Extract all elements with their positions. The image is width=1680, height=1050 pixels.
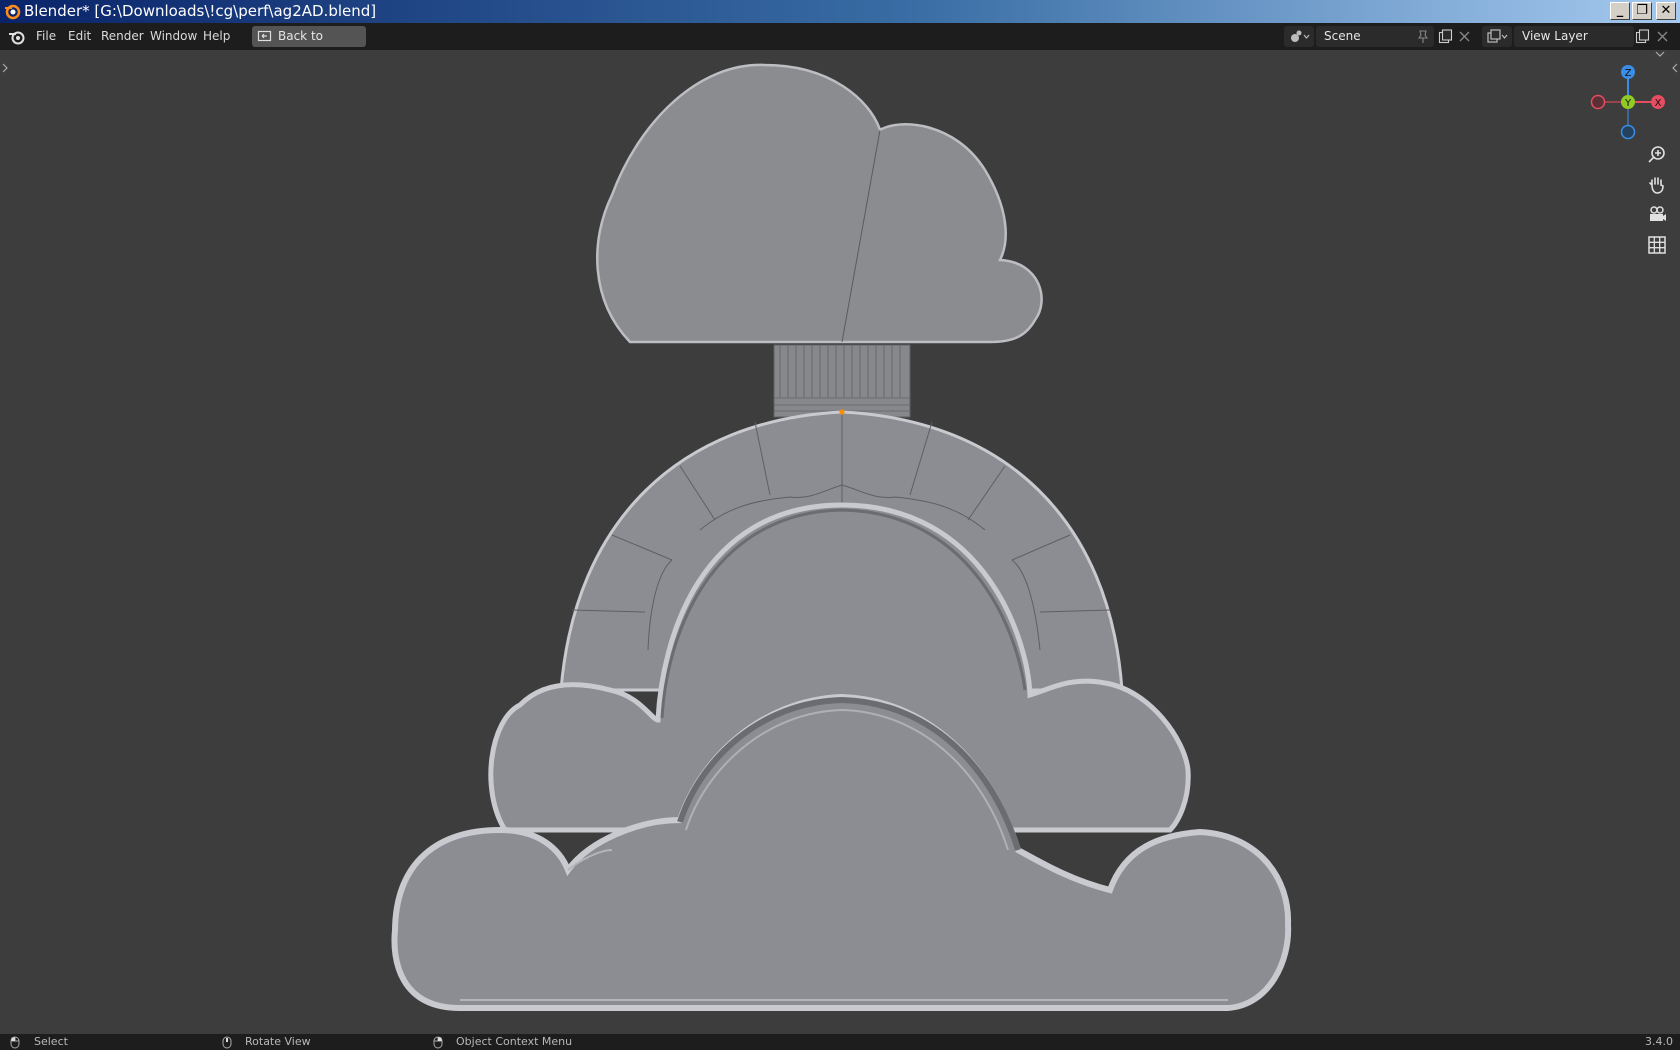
window-titlebar: Blender* [G:\Downloads\!cg\perf\ag2AD.bl… [0,0,1680,23]
viewport-canvas[interactable] [0,50,1680,1034]
ortho-toggle-button[interactable] [1644,232,1670,258]
svg-text:Y: Y [1624,98,1632,109]
gizmo-neg-z-axis[interactable] [1620,124,1636,140]
view-layer-name-label: View Layer [1522,29,1588,43]
camera-view-button[interactable] [1644,202,1670,228]
status-bar: Select Rotate View Object Context Menu 3… [0,1034,1680,1050]
close-button[interactable]: ✕ [1656,2,1676,20]
svg-text:Z: Z [1625,68,1632,79]
menu-edit[interactable]: Edit [66,23,93,50]
delete-scene-icon[interactable] [1459,31,1470,42]
mesh-neck[interactable] [773,344,911,418]
hand-pan-icon [1649,177,1664,194]
restore-button[interactable]: ❐ [1632,2,1652,20]
new-scene-icon[interactable] [1438,29,1453,44]
camera-icon [1650,206,1666,221]
grid-icon [1648,236,1666,254]
status-context-menu-label: Object Context Menu [456,1035,573,1048]
svg-text:X: X [1655,98,1662,109]
mouse-middle-click-icon [222,1036,232,1049]
mouse-right-click-icon [433,1036,443,1049]
header-collapse-icon[interactable] [1654,50,1666,58]
scene-name-label: Scene [1324,29,1361,43]
delete-view-layer-icon[interactable] [1657,31,1668,42]
zoom-icon [1648,146,1665,163]
3d-viewport[interactable]: Z X Y [0,50,1680,1034]
object-origin-marker[interactable] [839,409,845,415]
status-rotate-view-label: Rotate View [245,1035,311,1048]
toolbar-expand-icon[interactable] [1,62,9,74]
view-layer-name-field[interactable]: View Layer [1514,26,1634,47]
status-select-label: Select [34,1035,68,1048]
scene-name-field[interactable]: Scene [1316,26,1434,47]
mouse-left-click-icon [10,1036,20,1049]
render-layers-icon [1487,29,1508,43]
menu-window[interactable]: Window [148,23,199,50]
view-layer-browse-dropdown[interactable] [1482,26,1512,47]
blender-menu-icon[interactable] [8,29,26,45]
scene-browse-dropdown[interactable] [1284,26,1314,47]
minimize-button[interactable]: _ [1610,2,1630,20]
sidebar-expand-icon[interactable] [1671,62,1679,74]
menu-render[interactable]: Render [99,23,146,50]
menu-file[interactable]: File [34,23,58,50]
gizmo-neg-x-axis[interactable] [1590,94,1606,110]
blender-logo-icon [5,4,21,20]
top-menubar: File Edit Render Window Help Back to Pre… [0,23,1680,64]
new-view-layer-icon[interactable] [1635,29,1650,44]
blender-version: 3.4.0 [1645,1035,1673,1048]
pin-icon[interactable] [1416,29,1430,44]
pan-button[interactable] [1644,172,1670,198]
back-to-previous-button[interactable]: Back to Previous [252,26,366,64]
scene-icon [1291,30,1310,42]
zoom-button[interactable] [1644,142,1670,168]
navigation-gizmo[interactable]: Z X Y [1586,58,1670,142]
back-screen-icon [257,30,272,42]
menu-help[interactable]: Help [201,23,232,50]
mesh-cloud-cap[interactable] [596,63,1043,344]
window-title: Blender* [G:\Downloads\!cg\perf\ag2AD.bl… [24,2,377,20]
